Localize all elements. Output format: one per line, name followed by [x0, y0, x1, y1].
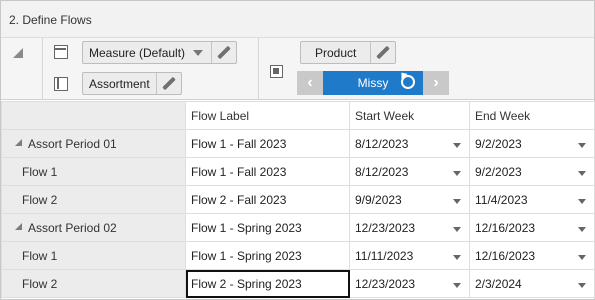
product-edit-button[interactable]	[371, 42, 395, 63]
end-week-cell[interactable]: 2/3/2024	[469, 269, 595, 298]
reset-icon[interactable]	[401, 75, 415, 89]
row-header-label: Assort Period 02	[28, 220, 117, 235]
column-header[interactable]: End Week	[469, 101, 595, 130]
assortment-edit-button[interactable]	[157, 73, 181, 94]
end-week-cell[interactable]: 12/16/2023	[469, 241, 595, 270]
page-value[interactable]: Missy	[323, 71, 423, 95]
collapse-icon[interactable]	[15, 222, 22, 230]
row-header-label: Flow 1	[22, 164, 58, 179]
flow-label-cell[interactable]: Flow 2 - Fall 2023	[185, 185, 350, 214]
grid-corner	[1, 101, 186, 130]
start-week-cell[interactable]: 11/11/2023	[349, 241, 470, 270]
flow-label-cell-focused[interactable]: Flow 2 - Spring 2023	[185, 269, 350, 298]
end-week-value: 9/2/2023	[475, 136, 522, 151]
end-week-value: 2/3/2024	[475, 276, 522, 291]
row-header[interactable]: Flow 2	[1, 269, 186, 298]
start-week-cell[interactable]: 8/12/2023	[349, 129, 470, 158]
product-chip-label: Product	[315, 45, 357, 60]
chevron-down-icon[interactable]	[578, 171, 586, 176]
table-row: Assort Period 01 Flow 1 - Fall 2023 8/12…	[1, 129, 595, 158]
row-dimensions: Measure (Default) Assortment	[44, 38, 259, 100]
chevron-down-icon[interactable]	[193, 49, 204, 56]
column-dimensions: Product ‹ Missy ›	[260, 38, 594, 100]
start-week-cell[interactable]: 8/12/2023	[349, 157, 470, 186]
start-week-cell[interactable]: 12/23/2023	[349, 213, 470, 242]
page-edge-icon	[270, 65, 283, 78]
start-week-value: 8/12/2023	[355, 164, 409, 179]
pivot-toolbar: Measure (Default) Assortment Product ‹ M…	[1, 38, 594, 100]
chevron-down-icon[interactable]	[453, 255, 461, 260]
collapse-all-icon[interactable]	[13, 48, 23, 58]
define-flows-panel: 2. Define Flows Measure (Default) Assort…	[0, 0, 595, 300]
start-week-cell[interactable]: 12/23/2023	[349, 269, 470, 298]
measure-edit-button[interactable]	[212, 42, 236, 63]
row-header-label: Flow 1	[22, 248, 58, 263]
end-week-value: 11/4/2023	[475, 192, 528, 207]
row-header-label: Flow 2	[22, 192, 58, 207]
previous-page-button[interactable]: ‹	[297, 71, 323, 95]
row-header[interactable]: Assort Period 02	[1, 213, 186, 242]
table-row: Flow 2 Flow 2 - Spring 2023 12/23/2023 2…	[1, 269, 595, 298]
flow-label-cell[interactable]: Flow 1 - Spring 2023	[185, 213, 350, 242]
end-week-value: 9/2/2023	[475, 164, 522, 179]
chevron-down-icon[interactable]	[578, 255, 586, 260]
end-week-cell[interactable]: 11/4/2023	[469, 185, 595, 214]
next-page-button[interactable]: ›	[423, 71, 449, 95]
page-value-label: Missy	[357, 76, 389, 90]
assortment-chip[interactable]: Assortment	[82, 72, 182, 95]
pivot-corner	[1, 38, 43, 100]
columns-icon	[54, 45, 68, 59]
row-header-label: Flow 2	[22, 276, 58, 291]
column-header[interactable]: Flow Label	[185, 101, 350, 130]
end-week-cell[interactable]: 12/16/2023	[469, 213, 595, 242]
table-row: Flow 1 Flow 1 - Spring 2023 11/11/2023 1…	[1, 241, 595, 270]
pencil-icon	[376, 46, 390, 60]
chevron-down-icon[interactable]	[453, 143, 461, 148]
rows-icon	[54, 77, 68, 91]
table-row: Flow 1 Flow 1 - Fall 2023 8/12/2023 9/2/…	[1, 157, 595, 186]
product-chip[interactable]: Product	[300, 41, 397, 64]
start-week-cell[interactable]: 9/9/2023	[349, 185, 470, 214]
row-header[interactable]: Flow 1	[1, 241, 186, 270]
chevron-down-icon[interactable]	[578, 283, 586, 288]
chevron-down-icon[interactable]	[453, 171, 461, 176]
row-header[interactable]: Assort Period 01	[1, 129, 186, 158]
column-header[interactable]: Start Week	[349, 101, 470, 130]
start-week-value: 12/23/2023	[355, 276, 416, 291]
start-week-value: 12/23/2023	[355, 220, 416, 235]
row-header[interactable]: Flow 2	[1, 185, 186, 214]
flow-label-cell[interactable]: Flow 1 - Fall 2023	[185, 129, 350, 158]
pencil-icon	[217, 46, 231, 60]
row-header[interactable]: Flow 1	[1, 157, 186, 186]
flow-label-cell[interactable]: Flow 1 - Spring 2023	[185, 241, 350, 270]
end-week-value: 12/16/2023	[475, 220, 536, 235]
chevron-down-icon[interactable]	[578, 143, 586, 148]
start-week-value: 8/12/2023	[355, 136, 409, 151]
chevron-down-icon[interactable]	[578, 199, 586, 204]
panel-title: 2. Define Flows	[1, 1, 594, 38]
start-week-value: 9/9/2023	[355, 192, 402, 207]
chevron-down-icon[interactable]	[453, 227, 461, 232]
table-row: Flow 2 Flow 2 - Fall 2023 9/9/2023 11/4/…	[1, 185, 595, 214]
chevron-down-icon[interactable]	[578, 227, 586, 232]
flows-grid: Flow Label Start Week End Week Assort Pe…	[1, 101, 595, 298]
chevron-down-icon[interactable]	[453, 283, 461, 288]
measure-chip[interactable]: Measure (Default)	[82, 41, 238, 64]
assortment-chip-label: Assortment	[89, 76, 150, 91]
flow-label-cell[interactable]: Flow 1 - Fall 2023	[185, 157, 350, 186]
end-week-cell[interactable]: 9/2/2023	[469, 129, 595, 158]
page-slider: ‹ Missy ›	[297, 71, 449, 95]
start-week-value: 11/11/2023	[355, 248, 414, 263]
pencil-icon	[162, 77, 176, 91]
measure-chip-label: Measure (Default)	[89, 45, 186, 60]
table-row: Assort Period 02 Flow 1 - Spring 2023 12…	[1, 213, 595, 242]
row-header-label: Assort Period 01	[28, 136, 117, 151]
end-week-value: 12/16/2023	[475, 248, 536, 263]
end-week-cell[interactable]: 9/2/2023	[469, 157, 595, 186]
chevron-down-icon[interactable]	[453, 199, 461, 204]
collapse-icon[interactable]	[15, 138, 22, 146]
